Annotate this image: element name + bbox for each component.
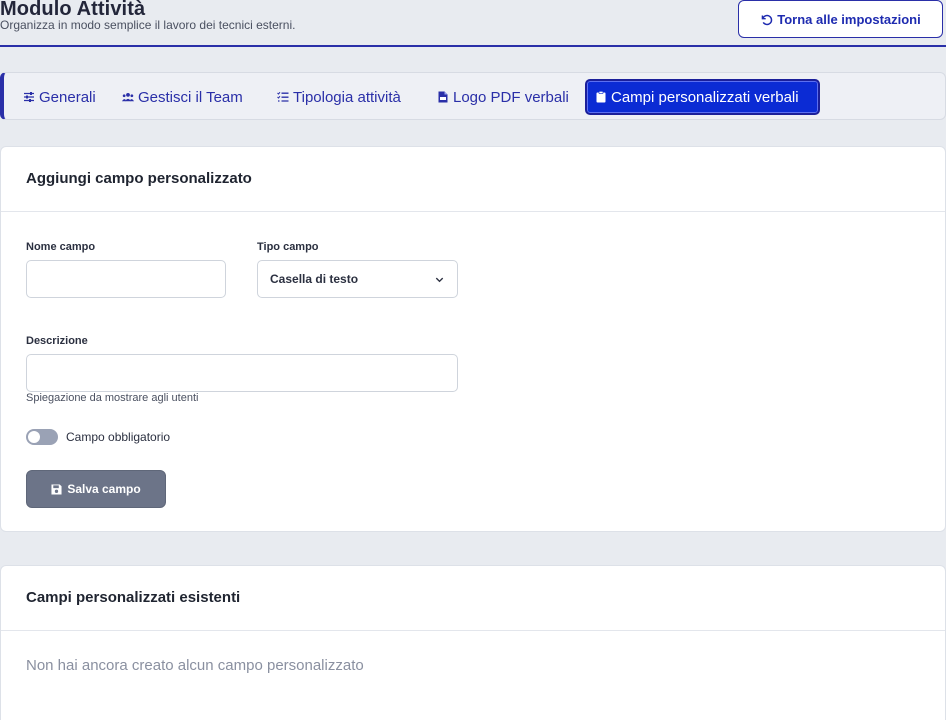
- empty-state-text: Non hai ancora creato alcun campo person…: [26, 657, 364, 674]
- description-label: Descrizione: [26, 335, 88, 347]
- field-name-label: Nome campo: [26, 241, 96, 253]
- toggle-knob: [28, 431, 40, 443]
- field-type-select[interactable]: Casella di testo: [257, 260, 458, 298]
- users-icon: [122, 92, 134, 102]
- save-button-label: Salva campo: [67, 482, 141, 496]
- tab-tipologia-attivita[interactable]: Tipologia attività: [269, 80, 409, 114]
- page-subtitle: Organizza in modo semplice il lavoro dei…: [0, 18, 296, 32]
- tab-label: Generali: [39, 88, 96, 106]
- add-custom-field-card: Aggiungi campo personalizzato Nome campo…: [0, 146, 946, 532]
- sliders-icon: [24, 92, 34, 102]
- undo-icon: [761, 14, 773, 25]
- existing-fields-card: Campi personalizzati esistenti Non hai a…: [0, 565, 946, 720]
- required-toggle[interactable]: [26, 429, 58, 445]
- file-pdf-icon: [438, 91, 448, 103]
- tab-label: Tipologia attività: [293, 88, 401, 106]
- tab-label: Gestisci il Team: [138, 88, 243, 106]
- floppy-disk-icon: [51, 483, 62, 495]
- description-input[interactable]: [26, 354, 458, 392]
- tab-generali[interactable]: Generali: [15, 80, 104, 114]
- list-check-icon: [277, 91, 289, 102]
- tab-campi-personalizzati[interactable]: Campi personalizzati verbali: [585, 79, 820, 115]
- back-to-settings-button[interactable]: Torna alle impostazioni: [738, 0, 943, 38]
- field-type-selected: Casella di testo: [270, 272, 359, 286]
- settings-tabbar: Generali Gestisci il Team Tipologia atti…: [0, 72, 946, 120]
- required-toggle-label: Campo obbligatorio: [66, 430, 171, 444]
- description-help-text: Spiegazione da mostrare agli utenti: [26, 392, 199, 404]
- card-title: Aggiungi campo personalizzato: [26, 170, 252, 187]
- tab-logo-pdf[interactable]: Logo PDF verbali: [429, 80, 577, 114]
- save-field-button[interactable]: Salva campo: [26, 470, 166, 508]
- field-type-label: Tipo campo: [257, 241, 319, 253]
- card-header: Aggiungi campo personalizzato: [1, 147, 945, 212]
- field-name-input[interactable]: [26, 260, 226, 298]
- back-button-label: Torna alle impostazioni: [777, 11, 921, 27]
- card-header: Campi personalizzati esistenti: [1, 566, 945, 631]
- tab-label: Campi personalizzati verbali: [611, 88, 799, 106]
- page-header: Modulo Attività Organizza in modo sempli…: [0, 0, 946, 47]
- clipboard-icon: [596, 91, 606, 103]
- tab-gestisci-team[interactable]: Gestisci il Team: [114, 80, 251, 114]
- chevron-down-icon: [435, 277, 444, 282]
- tab-label: Logo PDF verbali: [453, 88, 569, 106]
- card-title: Campi personalizzati esistenti: [26, 589, 241, 606]
